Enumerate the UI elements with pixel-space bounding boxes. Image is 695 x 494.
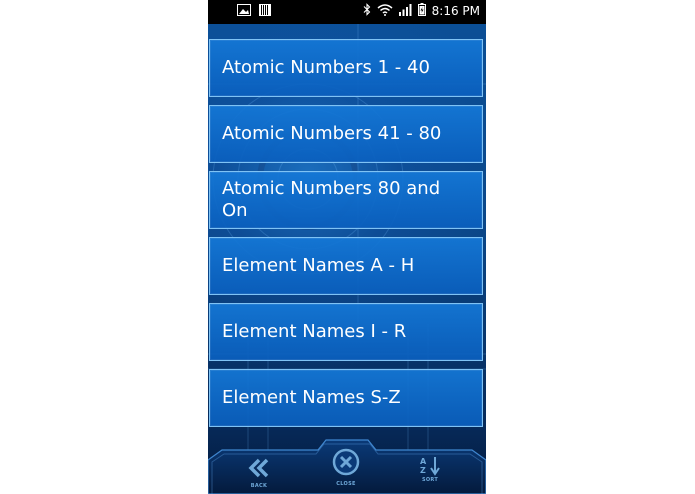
close-label: CLOSE (336, 481, 356, 487)
list-item-label: Atomic Numbers 1 - 40 (222, 57, 430, 78)
list-item-names-i-r[interactable]: Element Names I - R (209, 303, 483, 361)
list-item-names-a-h[interactable]: Element Names A - H (209, 237, 483, 295)
sort-az-glyph: A Z (420, 457, 427, 475)
image-notification-icon (237, 4, 251, 19)
list-item-label: Element Names A - H (222, 255, 415, 276)
barcode-notification-icon (259, 4, 271, 19)
system-icons: 8:16 PM (363, 3, 480, 19)
list-item-atomic-80-on[interactable]: Atomic Numbers 80 and On (209, 171, 483, 229)
phone-screen: 8:16 PM Atomic Numbers 1 - 40 Atomic Num… (208, 0, 486, 494)
bluetooth-icon (363, 3, 371, 19)
battery-icon (417, 3, 426, 19)
signal-icon (398, 3, 412, 19)
sort-az-icon: A Z (420, 456, 440, 476)
close-button[interactable]: CLOSE (332, 448, 360, 487)
list-item-label: Atomic Numbers 80 and On (222, 178, 441, 221)
sort-label: SORT (421, 477, 439, 483)
status-bar: 8:16 PM (208, 0, 486, 24)
list-item-atomic-1-40[interactable]: Atomic Numbers 1 - 40 (209, 39, 483, 97)
clock: 8:16 PM (431, 4, 480, 18)
list-item-label: Element Names I - R (222, 321, 407, 342)
list-item-atomic-41-80[interactable]: Atomic Numbers 41 - 80 (209, 105, 483, 163)
back-button[interactable]: BACK (248, 458, 270, 489)
back-label: BACK (250, 483, 268, 489)
wifi-icon (377, 3, 393, 19)
notification-icons (237, 4, 271, 19)
list-item-label: Atomic Numbers 41 - 80 (222, 123, 442, 144)
double-chevron-left-icon (248, 458, 270, 482)
close-circle-icon (332, 448, 360, 480)
bottom-navigation: BACK CLOSE A Z SORT (208, 418, 486, 494)
sort-button[interactable]: A Z SORT (420, 456, 440, 483)
list-item-label: Element Names S-Z (222, 387, 401, 408)
